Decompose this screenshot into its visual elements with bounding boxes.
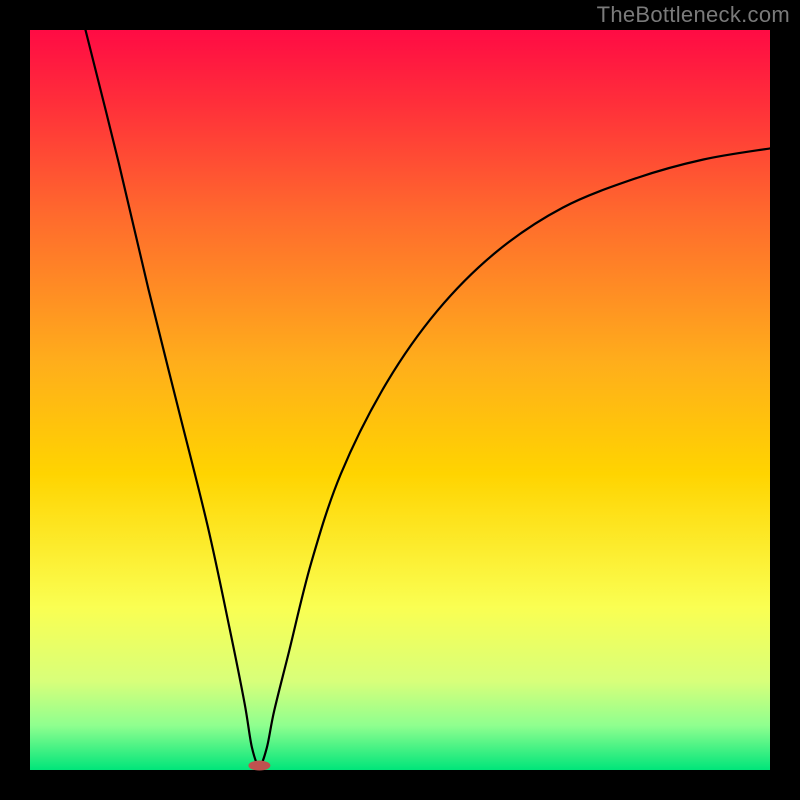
chart-frame: TheBottleneck.com xyxy=(0,0,800,800)
chart-svg xyxy=(0,0,800,800)
plot-area xyxy=(30,30,770,770)
min-marker xyxy=(248,761,270,771)
